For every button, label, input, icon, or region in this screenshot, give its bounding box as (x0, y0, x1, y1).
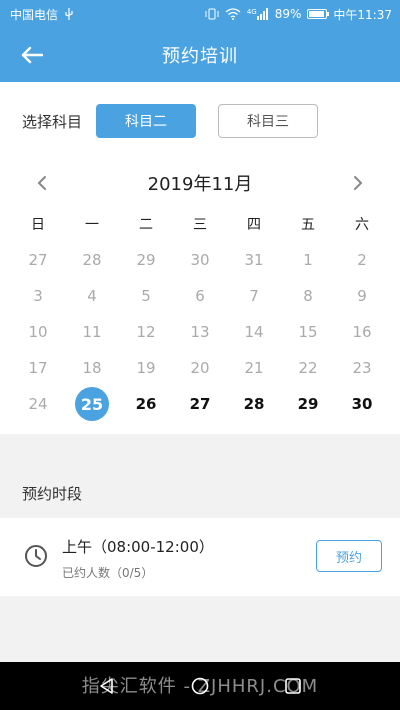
calendar-days-grid: 27 28 29 30 31 1 2 3 4 5 6 7 8 9 10 11 12 13 14 15 16 17 18 19 2… (11, 242, 389, 422)
nav-recents-icon[interactable] (273, 666, 313, 706)
calendar-day: 8 (303, 287, 313, 305)
page-title: 预约培训 (162, 46, 238, 67)
weekday-label: 六 (355, 217, 369, 233)
system-nav-bar (0, 662, 400, 710)
calendar-day: 31 (244, 251, 264, 269)
weekday-label: 五 (301, 217, 315, 233)
calendar-day: 1 (303, 251, 313, 269)
calendar-day: 7 (249, 287, 259, 305)
calendar-day[interactable]: 27 (173, 386, 227, 422)
calendar-day: 19 (136, 359, 156, 377)
calendar-day: 5 (141, 287, 151, 305)
calendar-day: 30 (190, 251, 210, 269)
next-month-icon[interactable] (346, 171, 370, 195)
vibrate-icon (205, 8, 219, 20)
calendar-day: 14 (244, 323, 264, 341)
calendar-day: 20 (190, 359, 210, 377)
month-title: 2019年11月 (147, 174, 253, 195)
calendar-day: 12 (136, 323, 156, 341)
weekday-label: 四 (247, 217, 261, 233)
calendar-day: 29 (136, 251, 156, 269)
calendar-day: 10 (28, 323, 48, 341)
calendar-day: 9 (357, 287, 367, 305)
calendar-day: 16 (352, 323, 372, 341)
calendar-day: 11 (82, 323, 102, 341)
subject-option-2[interactable]: 科目二 (96, 104, 196, 138)
calendar-day: 22 (298, 359, 318, 377)
month-header: 2019年11月 (0, 168, 400, 198)
calendar-day[interactable]: 29 (281, 386, 335, 422)
carrier-name: 中国电信 (10, 7, 59, 22)
clock-icon (24, 544, 48, 568)
calendar-card: 选择科目 科目二 科目三 2019年11月 日 一 二 三 四 五 六 27 28… (0, 82, 400, 434)
calendar-day[interactable]: 28 (227, 386, 281, 422)
weekday-header: 日 一 二 三 四 五 六 (11, 214, 389, 234)
slot-time: 上午（08:00-12:00） (62, 538, 214, 556)
weekday-label: 二 (139, 217, 153, 233)
weekday-label: 三 (193, 217, 207, 233)
calendar-day[interactable]: 30 (335, 386, 389, 422)
calendar-day: 6 (195, 287, 205, 305)
subject-option-3[interactable]: 科目三 (218, 104, 318, 138)
weekday-label: 一 (85, 217, 99, 233)
battery-icon (307, 9, 330, 19)
calendar-day: 2 (357, 251, 367, 269)
prev-month-icon[interactable] (30, 171, 54, 195)
time-slot-row: 上午（08:00-12:00） 已约人数（0/5） 预约 (0, 518, 400, 596)
calendar-day: 27 (28, 251, 48, 269)
calendar-day: 23 (352, 359, 372, 377)
book-button[interactable]: 预约 (316, 540, 382, 572)
calendar-day: 18 (82, 359, 102, 377)
weekday-label: 日 (31, 217, 45, 233)
slot-booked-count: 已约人数（0/5） (62, 566, 154, 580)
calendar-day: 4 (87, 287, 97, 305)
cellular-signal-icon: 4G (247, 8, 269, 20)
title-bar: 预约培训 (0, 28, 400, 82)
nav-home-icon[interactable] (180, 666, 220, 706)
selected-day-label: 25 (75, 387, 109, 421)
calendar-day: 15 (298, 323, 318, 341)
battery-percent: 89% (274, 7, 302, 21)
calendar-day: 21 (244, 359, 264, 377)
back-arrow-icon[interactable] (18, 41, 46, 69)
slot-section-title: 预约时段 (0, 468, 400, 518)
calendar-day: 13 (190, 323, 210, 341)
clock-time: 中午11:37 (333, 7, 392, 22)
subject-label: 选择科目 (22, 112, 83, 131)
calendar-day: 3 (33, 287, 43, 305)
nav-back-icon[interactable] (87, 666, 127, 706)
calendar-day-selected[interactable]: 25 (65, 386, 119, 422)
calendar-day: 28 (82, 251, 102, 269)
calendar-day[interactable]: 26 (119, 386, 173, 422)
subject-selector: 选择科目 科目二 科目三 (22, 104, 340, 138)
calendar-day: 24 (28, 395, 48, 413)
calendar-day: 17 (28, 359, 48, 377)
wifi-icon (225, 8, 241, 20)
usb-icon (64, 8, 74, 20)
status-bar: 中国电信 4G 89% 中午11:37 (0, 0, 400, 28)
